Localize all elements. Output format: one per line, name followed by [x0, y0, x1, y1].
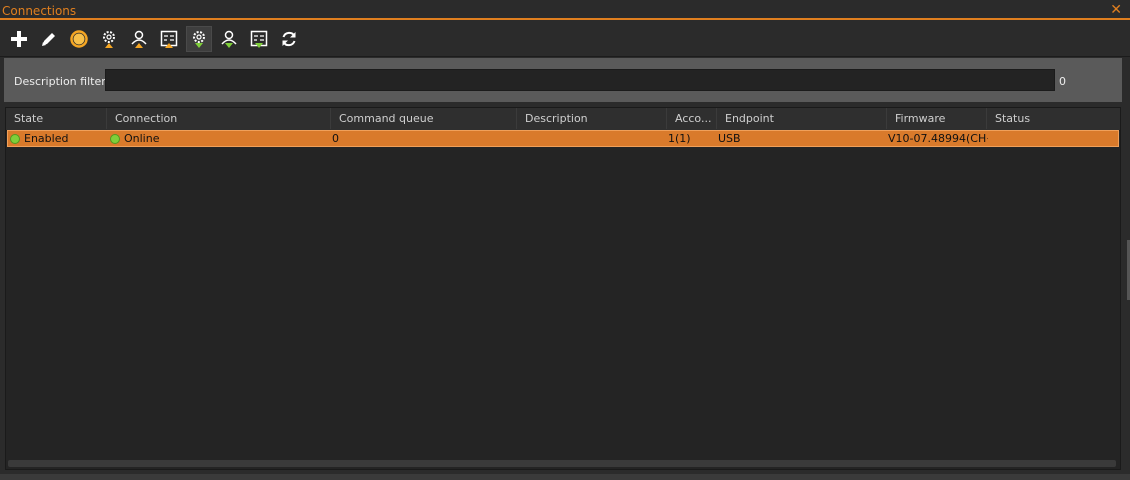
- cell-endpoint: USB: [718, 132, 741, 145]
- refresh-icon: [282, 31, 296, 47]
- user-down-icon: [221, 30, 237, 48]
- filter-count: 0: [1059, 75, 1066, 88]
- column-header-status[interactable]: Status: [987, 108, 1120, 129]
- board-up-icon: [160, 30, 178, 48]
- description-filter-label: Description filter:: [14, 75, 110, 88]
- cell-command-queue: 0: [332, 132, 339, 145]
- user-download-button[interactable]: [216, 26, 242, 52]
- online-dot-icon: [110, 134, 120, 144]
- cell-connection: Online: [110, 131, 330, 146]
- gear-down-icon: [193, 31, 205, 48]
- edit-connection-button[interactable]: [36, 26, 62, 52]
- column-header-endpoint[interactable]: Endpoint: [717, 108, 887, 129]
- board-down-icon: [250, 30, 268, 48]
- table-row[interactable]: Enabled Online 0 1(1) USB V10-07.48994(C…: [7, 130, 1119, 147]
- toolbar: [0, 22, 1130, 57]
- gear-up-icon: [103, 31, 115, 48]
- connection-text: Online: [124, 132, 160, 145]
- cell-account: 1(1): [668, 132, 691, 145]
- cell-description: [518, 131, 663, 146]
- column-header-command-queue[interactable]: Command queue: [331, 108, 517, 129]
- settings-upload-button[interactable]: [96, 26, 122, 52]
- horizontal-scrollbar[interactable]: [8, 460, 1116, 467]
- column-header-connection[interactable]: Connection: [107, 108, 331, 129]
- config-download-button[interactable]: [246, 26, 272, 52]
- table-header: State Connection Command queue Descripti…: [6, 108, 1120, 131]
- filter-bar: Description filter: 0: [4, 58, 1122, 102]
- cell-firmware: V10-07.48994(CH+): [888, 132, 988, 145]
- pencil-icon: [42, 33, 55, 46]
- settings-download-button[interactable]: [186, 26, 212, 52]
- circle-icon: [70, 30, 88, 48]
- add-connection-button[interactable]: [6, 26, 32, 52]
- plus-icon: [11, 31, 27, 47]
- status-dot-icon: [10, 134, 20, 144]
- refresh-button[interactable]: [276, 26, 302, 52]
- column-header-firmware[interactable]: Firmware: [887, 108, 987, 129]
- state-text: Enabled: [24, 132, 69, 145]
- column-header-description[interactable]: Description: [517, 108, 667, 129]
- column-header-state[interactable]: State: [6, 108, 107, 129]
- cell-state: Enabled: [10, 131, 108, 146]
- bottom-edge: [0, 474, 1130, 480]
- description-filter-input[interactable]: [105, 69, 1055, 91]
- window-title: Connections: [2, 4, 77, 18]
- connections-table: State Connection Command queue Descripti…: [5, 107, 1121, 470]
- toggle-state-button[interactable]: [66, 26, 92, 52]
- title-bar: Connections ✕: [0, 0, 1130, 20]
- user-up-icon: [131, 30, 147, 48]
- user-upload-button[interactable]: [126, 26, 152, 52]
- close-icon[interactable]: ✕: [1110, 2, 1122, 18]
- column-header-account[interactable]: Acco...: [667, 108, 717, 129]
- cell-status: [988, 131, 1118, 146]
- config-upload-button[interactable]: [156, 26, 182, 52]
